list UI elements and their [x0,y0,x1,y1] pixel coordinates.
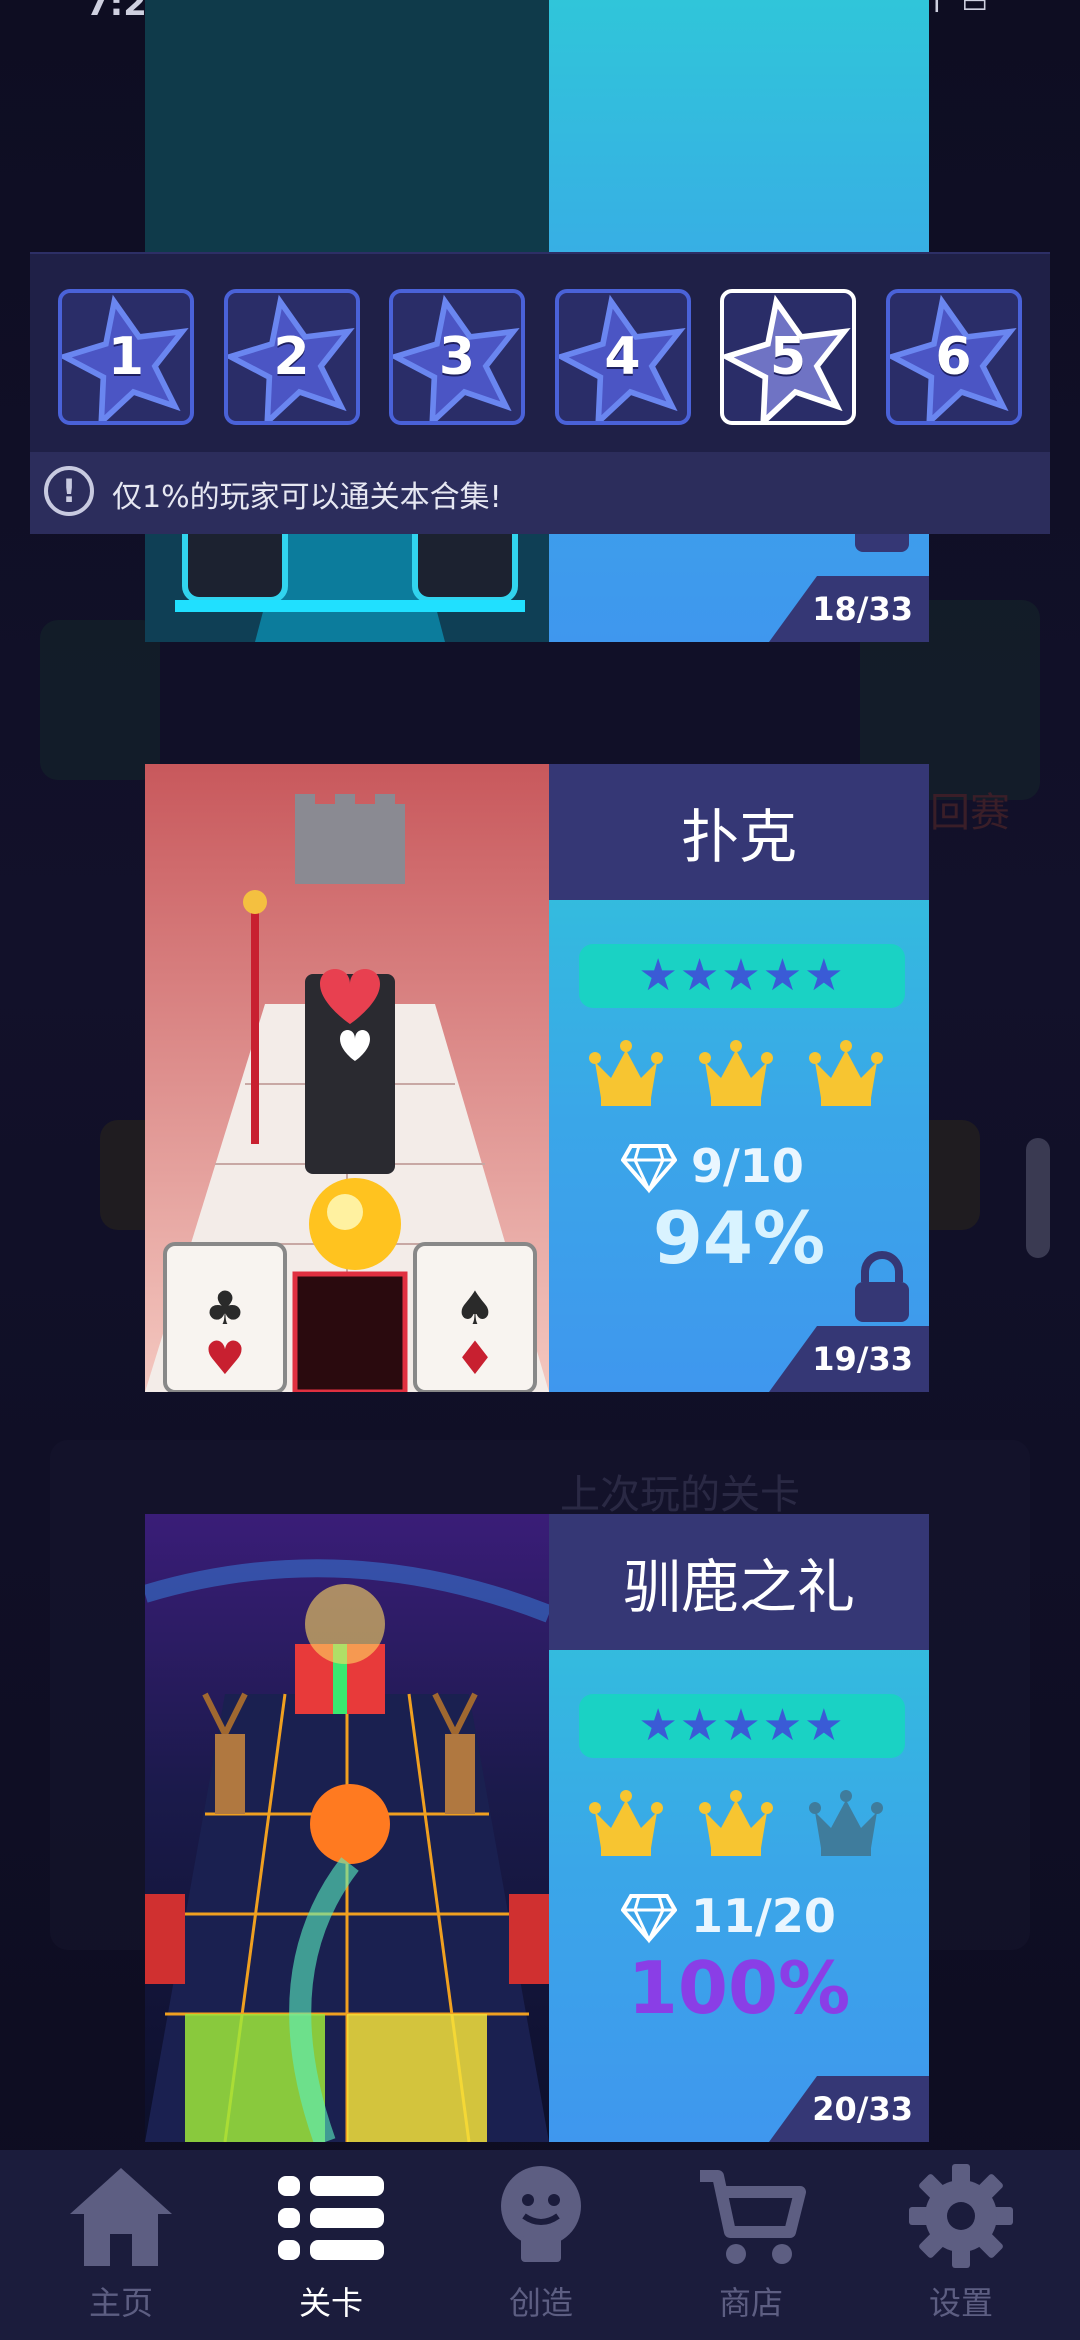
svg-text:♦: ♦ [454,1331,495,1385]
nav-item-shop[interactable]: 商店 [666,2150,836,2340]
level-art-image: ♣ ♠ ♥ ♦ [145,764,549,1392]
gem-row: 9/10 [621,1136,804,1196]
crown-icon [699,1790,773,1856]
bg-partial-text: 回赛 [930,790,1010,836]
notice-text: 仅1%的玩家可以通关本合集! [112,480,502,515]
nav-item-settings[interactable]: 设置 [876,2150,1046,2340]
level-art: ♣ ♠ ♥ ♦ [145,764,549,1392]
level-title: 驯鹿之礼 [622,1553,855,1621]
svg-text:♠: ♠ [454,1281,495,1335]
nav-item-create[interactable]: 创造 [456,2150,626,2340]
nav-label: 关卡 [298,2284,363,2322]
crown-icon [589,1790,663,1856]
crown-icon [589,1040,663,1106]
pack-tab-3[interactable]: 3 [389,289,525,425]
level-art [145,1514,549,2142]
level-title: 扑克 [680,803,797,871]
cart-icon [700,2170,806,2264]
level-card[interactable]: ♣ ♠ ♥ ♦ 扑克 ★★★★★ 9/10 94% 19/33 [145,764,929,1392]
bottom-nav: 主页 关卡 创造 商店 设置 [0,2150,1080,2340]
lightbulb-icon [501,2166,581,2262]
pack-tab-5[interactable]: 5 [720,289,856,425]
home-icon [70,2168,172,2266]
level-info: 扑克 ★★★★★ 9/10 94% 19/33 [549,764,929,1392]
bg-tile [40,620,160,780]
pack-tab-number: 4 [604,327,641,387]
gem-row: 11/20 [621,1886,836,1946]
level-percent: 100% [627,1946,851,2030]
level-progress-tag: 18/33 [769,576,929,642]
level-stars: ★★★★★ [579,1694,905,1758]
gem-count: 11/20 [691,1889,836,1943]
nav-item-home[interactable]: 主页 [36,2150,206,2340]
nav-label: 主页 [88,2284,153,2322]
pack-tab-number: 2 [273,327,310,387]
level-title-band: 扑克 [549,764,929,900]
diamond-icon [621,1894,677,1944]
crown-row [589,1786,889,1866]
crown-icon [809,1790,883,1856]
pack-tab-1[interactable]: 1 [58,289,194,425]
level-title-band: 驯鹿之礼 [549,1514,929,1650]
scrollbar[interactable] [1026,1138,1050,1258]
pack-tab-number: 6 [935,327,972,387]
crown-icon [809,1040,883,1106]
nav-item-levels[interactable]: 关卡 [246,2150,416,2340]
svg-text:♥: ♥ [204,1331,245,1385]
level-info: 驯鹿之礼 ★★★★★ 11/20 100% 20/33 [549,1514,929,2142]
pack-tab-number: 1 [107,327,145,387]
level-stars: ★★★★★ [579,944,905,1008]
svg-text:♣: ♣ [204,1281,245,1335]
info-icon: ! [44,466,94,516]
pack-tab-2[interactable]: 2 [223,289,360,425]
nav-label: 创造 [508,2284,573,2322]
notice-bar: ! 仅1%的玩家可以通关本合集! [30,452,1050,534]
lock-icon [855,1251,909,1322]
nav-label: 设置 [928,2284,993,2322]
bg-last-played-text: 上次玩的关卡 [560,1472,800,1518]
list-icon [278,2176,384,2260]
pack-tab-number: 5 [769,327,807,387]
level-progress-tag: 20/33 [769,2076,929,2142]
pack-selector: 1 2 3 4 5 6 [30,252,1050,454]
diamond-icon [621,1144,677,1194]
gem-count: 9/10 [691,1139,804,1193]
nav-label: 商店 [718,2284,783,2322]
pack-tab-6[interactable]: 6 [885,289,1022,425]
pack-tab-4[interactable]: 4 [554,289,691,425]
gear-icon [909,2164,1013,2268]
pack-tab-number: 3 [438,327,476,387]
crown-icon [699,1040,773,1106]
level-progress-tag: 19/33 [769,1326,929,1392]
level-art-image [145,1514,549,2142]
level-card[interactable]: 驯鹿之礼 ★★★★★ 11/20 100% 20/33 [145,1514,929,2142]
crown-row [589,1036,889,1116]
